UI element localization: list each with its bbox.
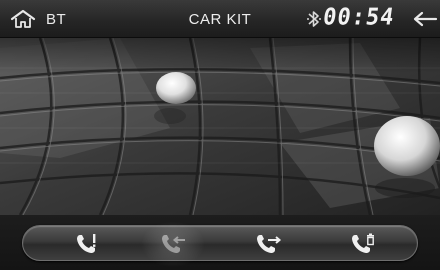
phone-incoming-icon (162, 235, 185, 253)
received-calls-button[interactable] (138, 219, 208, 269)
status-bar: BT CAR KIT 00:54 (0, 0, 440, 38)
bottom-toolbar (0, 215, 440, 270)
wallpaper-image (0, 38, 440, 215)
delete-call-log-button[interactable] (338, 229, 388, 259)
back-arrow-icon (413, 11, 438, 27)
car-kit-screen: BT CAR KIT 00:54 (0, 0, 440, 270)
dialed-calls-button[interactable] (243, 229, 293, 259)
phone-outgoing-icon (257, 235, 282, 253)
phone-missed-icon (77, 234, 96, 253)
bluetooth-status (305, 9, 323, 29)
back-button[interactable] (412, 10, 438, 28)
phone-delete-icon (352, 233, 374, 253)
clock: 00:54 (321, 4, 397, 31)
call-log-bar (22, 219, 418, 269)
bluetooth-icon (307, 11, 321, 27)
missed-calls-button[interactable] (63, 229, 113, 259)
